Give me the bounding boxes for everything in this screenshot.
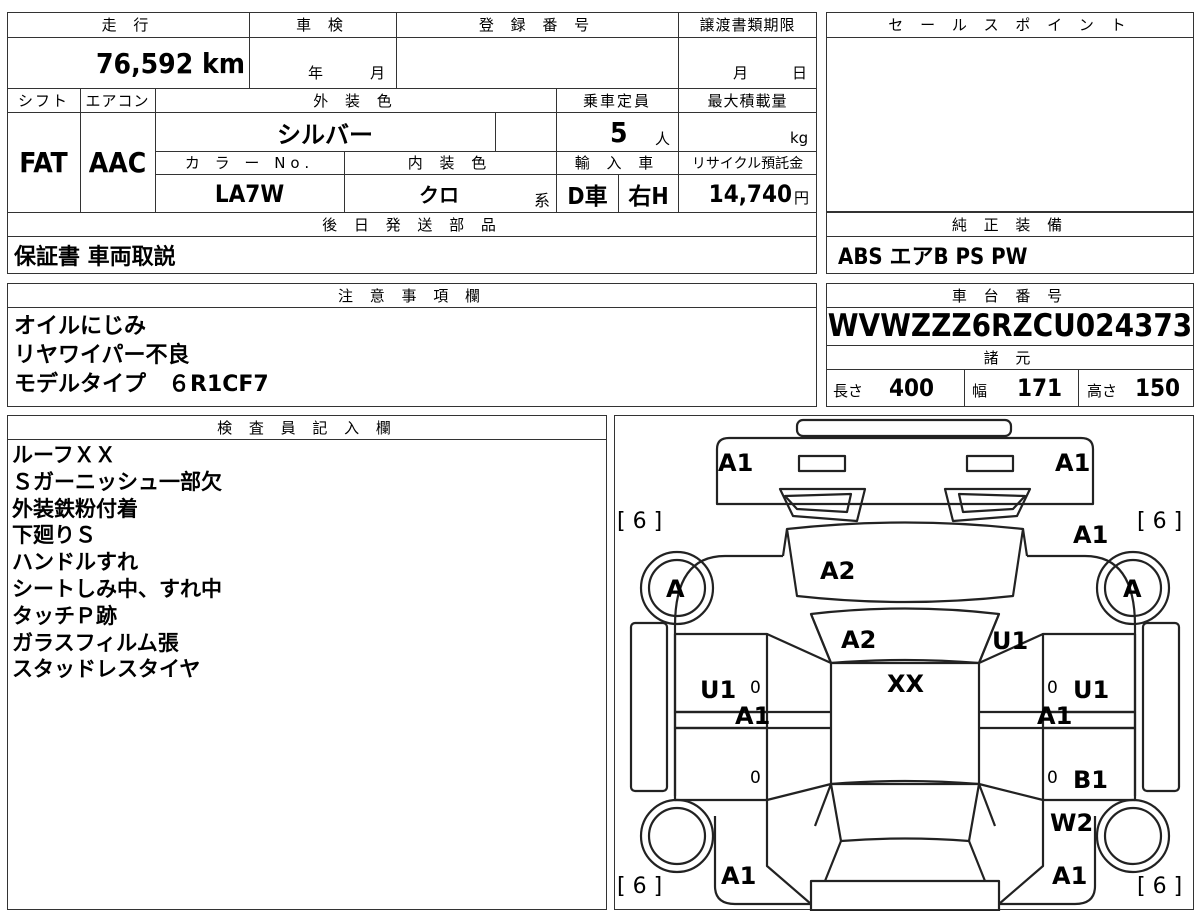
note-line: リヤワイパー不良 xyxy=(14,343,190,368)
transfer-deadline-header: 譲渡書類期限 xyxy=(699,16,796,34)
width-value: 171 xyxy=(1017,374,1063,402)
interior-color-header: 内 装 色 xyxy=(407,154,493,172)
mileage-value: 76,592 km xyxy=(96,46,245,80)
chassis-header: 車 台 番 号 xyxy=(951,286,1069,305)
tire-label-rear-right: [ 6 ] xyxy=(1137,874,1183,899)
mark-rear-left: A1 xyxy=(721,862,757,890)
transfer-month-label: 月 xyxy=(733,64,749,82)
exterior-color-header: 外 装 色 xyxy=(313,91,398,110)
capacity-value: 5 xyxy=(610,115,628,149)
mark-right-fender: A1 xyxy=(1073,521,1109,549)
inspection-month-label: 月 xyxy=(370,64,386,82)
ac-header: エアコン xyxy=(85,91,150,110)
capacity-header: 乗車定員 xyxy=(582,91,651,110)
length-value: 400 xyxy=(889,374,935,402)
specs-header: 諸 元 xyxy=(983,348,1037,367)
max-load-header: 最大積載量 xyxy=(707,91,788,110)
import-header: 輸 入 車 xyxy=(574,154,660,172)
mark-hood: A2 xyxy=(820,557,856,585)
note-line: モデルタイプ ６R1CF7 xyxy=(14,372,269,397)
zero-mark: 0 xyxy=(750,768,761,788)
tire-label-front-right: [ 6 ] xyxy=(1137,509,1183,534)
notes-header: 注 意 事 項 欄 xyxy=(337,286,487,305)
inspector-list: ルーフＸＸ Ｓガーニッシュ一部欠 外装鉄粉付着 下廻りＳ ハンドルすれ シートし… xyxy=(12,442,222,683)
interior-color-value: クロ xyxy=(419,183,459,207)
car-diagram xyxy=(629,418,1181,911)
recycle-unit: 円 xyxy=(794,188,810,207)
equipment-header: 純 正 装 備 xyxy=(951,215,1069,234)
mark-right-rear-door: B1 xyxy=(1073,766,1108,794)
recycle-value: 14,740 xyxy=(708,179,792,208)
inspector-line: 外装鉄粉付着 xyxy=(12,496,138,521)
exterior-color-value: シルバー xyxy=(277,120,373,149)
height-value: 150 xyxy=(1135,374,1181,402)
mark-front-left: A1 xyxy=(718,449,754,477)
inspector-line: タッチＰ跡 xyxy=(12,603,117,628)
mark-right-front-wheel: A xyxy=(1123,575,1142,603)
mileage-header: 走 行 xyxy=(101,16,155,34)
inspector-line: ガラスフィルム張 xyxy=(12,630,179,655)
mark-right-front-door-a: A1 xyxy=(1037,702,1073,730)
mark-right-a-pillar: U1 xyxy=(992,627,1029,655)
mark-left-front-door-a: A1 xyxy=(735,702,771,730)
sales-point-box xyxy=(826,12,1194,212)
capacity-unit: 人 xyxy=(655,129,671,148)
mark-right-front-door-u: U1 xyxy=(1073,676,1110,704)
height-label: 高さ xyxy=(1087,381,1118,400)
note-line: オイルにじみ xyxy=(14,314,147,339)
shift-header: シフト xyxy=(17,91,69,110)
parts-value: 保証書 車両取説 xyxy=(14,245,176,270)
inspector-line: ルーフＸＸ xyxy=(12,443,116,467)
mark-windshield: A2 xyxy=(841,626,877,654)
width-label: 幅 xyxy=(972,381,988,400)
color-no-header: カ ラ ー No. xyxy=(184,154,315,172)
inspector-header: 検 査 員 記 入 欄 xyxy=(217,418,397,437)
max-load-unit: kg xyxy=(790,129,809,147)
import-value: D車 xyxy=(567,183,608,210)
zero-mark: 0 xyxy=(1047,678,1058,698)
steering-value: 右H xyxy=(628,183,669,210)
inspector-line: シートしみ中、すれ中 xyxy=(12,576,222,601)
car-diagram-box xyxy=(614,415,1194,911)
transfer-day-label: 日 xyxy=(792,64,808,82)
ac-value: AAC xyxy=(88,145,147,179)
registration-header: 登 録 番 号 xyxy=(478,16,596,34)
length-label: 長さ xyxy=(833,381,864,400)
parts-header: 後 日 発 送 部 品 xyxy=(322,215,502,234)
sales-point-header: セ ー ル ス ポ イ ン ト xyxy=(888,16,1132,34)
chassis-number: WVWZZZ6RZCU024373 xyxy=(827,308,1193,344)
tire-label-front-left: [ 6 ] xyxy=(617,509,663,534)
shift-value: FAT xyxy=(19,145,68,179)
mark-left-front-door-u: U1 xyxy=(700,676,737,704)
zero-mark: 0 xyxy=(750,678,761,698)
recycle-header: リサイクル預託金 xyxy=(691,155,804,172)
mark-right-rear-wheel: W2 xyxy=(1050,809,1094,837)
mark-rear-right: A1 xyxy=(1052,862,1088,890)
color-no-value: LA7W xyxy=(214,179,285,208)
inspector-line: Ｓガーニッシュ一部欠 xyxy=(12,469,222,494)
inspector-line: ハンドルすれ xyxy=(12,550,138,575)
inspection-year-label: 年 xyxy=(308,64,324,82)
notes-list: オイルにじみ リヤワイパー不良 モデルタイプ ６R1CF7 xyxy=(14,312,269,399)
mark-roof: XX xyxy=(887,670,925,698)
mark-left-front-wheel: A xyxy=(666,575,685,603)
inspector-line: スタッドレスタイヤ xyxy=(12,657,201,682)
zero-mark: 0 xyxy=(1047,768,1058,788)
inspector-line: 下廻りＳ xyxy=(12,523,96,548)
inspection-header: 車 検 xyxy=(296,16,349,34)
tire-label-rear-left: [ 6 ] xyxy=(617,874,663,899)
equipment-value: ABS エアB PS PW xyxy=(838,245,1028,270)
mark-front-right: A1 xyxy=(1055,449,1091,477)
